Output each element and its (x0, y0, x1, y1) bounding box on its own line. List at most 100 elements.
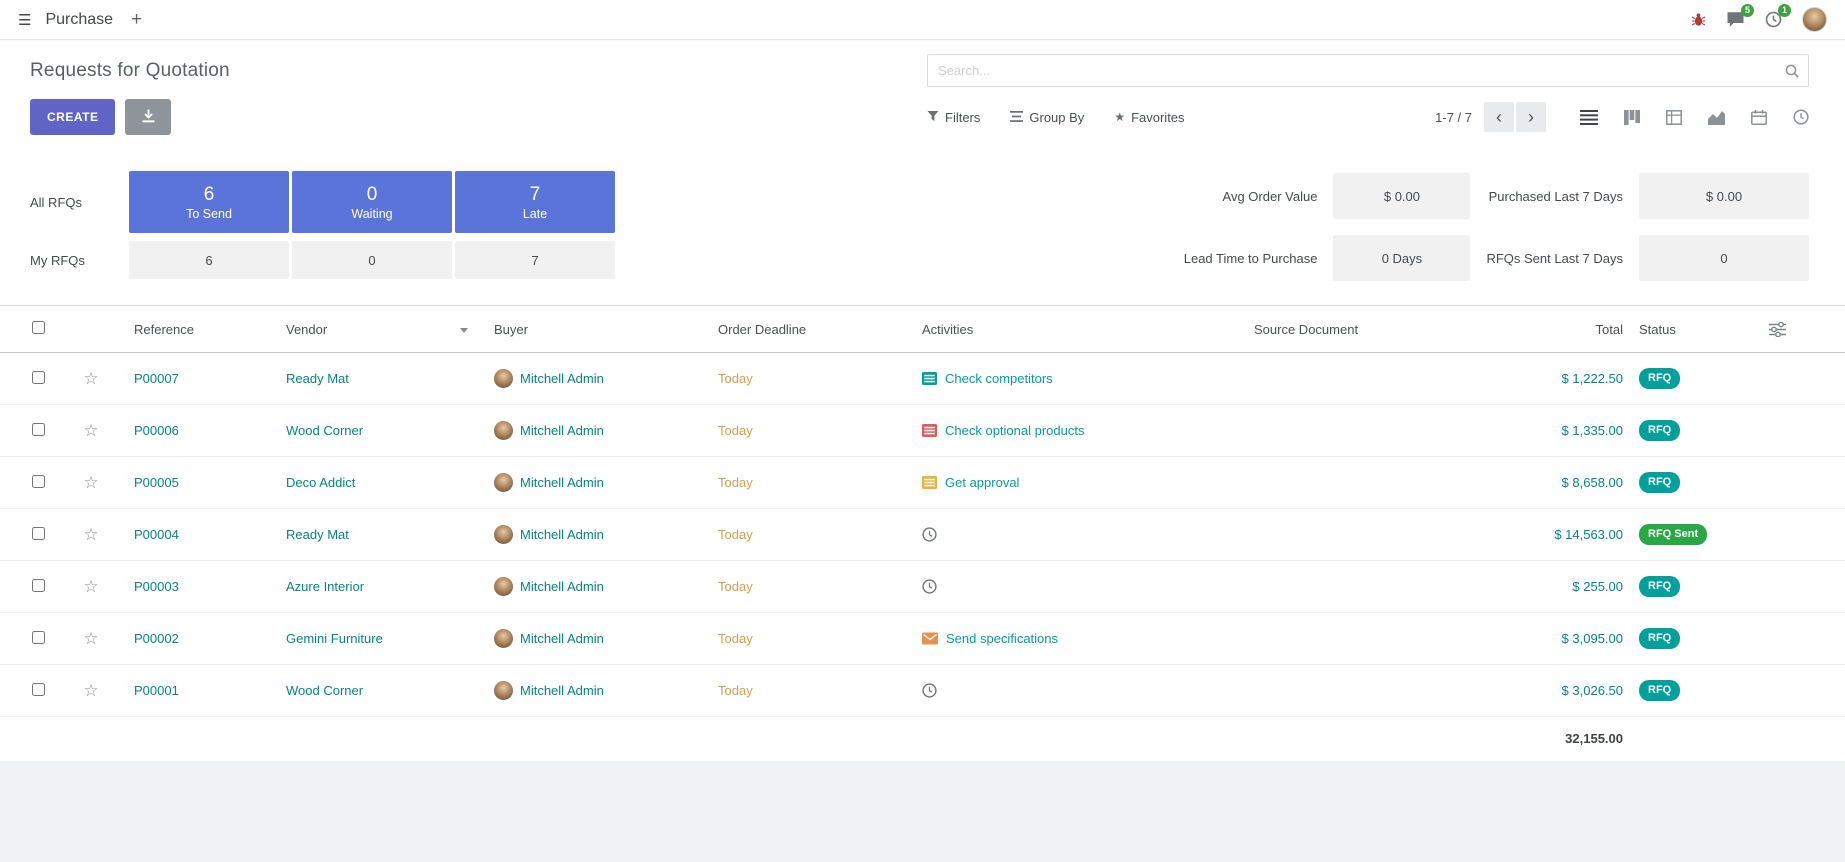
list-view-icon[interactable] (1580, 110, 1598, 125)
group-by-button[interactable]: Group By (1010, 110, 1084, 125)
buyer-link[interactable]: Mitchell Admin (520, 579, 604, 594)
row-checkbox[interactable] (32, 475, 45, 488)
search-icon[interactable] (1784, 63, 1800, 79)
activities-clock-icon[interactable]: 1 (1765, 11, 1782, 28)
vendor-link[interactable]: Wood Corner (286, 423, 363, 438)
column-header-vendor[interactable]: Vendor (278, 306, 486, 353)
apps-menu-icon[interactable]: ☰ (18, 11, 31, 29)
table-row[interactable]: ☆ P00006 Wood Corner Mitchell Admin Toda… (0, 405, 1845, 457)
table-row[interactable]: ☆ P00004 Ready Mat Mitchell Admin Today … (0, 509, 1845, 561)
search-input[interactable] (927, 54, 1809, 87)
my-kpi-waiting[interactable]: 0 (292, 241, 452, 279)
favorite-star-icon[interactable]: ☆ (56, 613, 126, 665)
reference-link[interactable]: P00002 (134, 631, 179, 646)
create-button[interactable]: CREATE (30, 99, 115, 135)
page-title: Requests for Quotation (30, 60, 230, 82)
column-header-buyer[interactable]: Buyer (486, 306, 710, 353)
activity-clock-icon[interactable] (922, 683, 937, 698)
optional-columns-header (1761, 306, 1845, 353)
activity-label[interactable]: Check optional products (945, 423, 1084, 438)
row-checkbox[interactable] (32, 371, 45, 384)
my-kpi-to-send[interactable]: 6 (129, 241, 289, 279)
reference-link[interactable]: P00007 (134, 371, 179, 386)
calendar-view-icon[interactable] (1751, 110, 1767, 125)
favorite-star-icon[interactable]: ☆ (56, 561, 126, 613)
row-checkbox[interactable] (32, 683, 45, 696)
column-header-order-deadline[interactable]: Order Deadline (710, 306, 914, 353)
kanban-view-icon[interactable] (1624, 110, 1640, 125)
export-button[interactable] (125, 99, 171, 135)
favorite-star-icon[interactable]: ☆ (56, 665, 126, 717)
column-header-reference[interactable]: Reference (126, 306, 278, 353)
favorite-star-icon[interactable]: ☆ (56, 509, 126, 561)
table-row[interactable]: ☆ P00003 Azure Interior Mitchell Admin T… (0, 561, 1845, 613)
control-panel: Requests for Quotation CREATE Filters (0, 40, 1845, 151)
optional-columns-icon[interactable] (1769, 322, 1837, 337)
pivot-view-icon[interactable] (1666, 110, 1682, 125)
vendor-link[interactable]: Azure Interior (286, 579, 364, 594)
buyer-link[interactable]: Mitchell Admin (520, 631, 604, 646)
order-deadline: Today (718, 631, 753, 646)
order-deadline: Today (718, 475, 753, 490)
buyer-link[interactable]: Mitchell Admin (520, 475, 604, 490)
column-header-activities[interactable]: Activities (914, 306, 1246, 353)
vendor-link[interactable]: Wood Corner (286, 683, 363, 698)
reference-link[interactable]: P00006 (134, 423, 179, 438)
view-switcher (1580, 109, 1809, 125)
row-checkbox[interactable] (32, 423, 45, 436)
favorite-star-icon[interactable]: ☆ (56, 457, 126, 509)
kpi-waiting[interactable]: 0 Waiting (292, 171, 452, 233)
favorite-star-icon[interactable]: ☆ (56, 405, 126, 457)
pager-prev-button[interactable]: ‹ (1484, 102, 1514, 132)
buyer-link[interactable]: Mitchell Admin (520, 527, 604, 542)
pager-next-button[interactable]: › (1516, 102, 1546, 132)
activity-view-icon[interactable] (1793, 109, 1809, 125)
filters-label: Filters (945, 110, 980, 125)
app-name[interactable]: Purchase (45, 11, 113, 29)
status-badge: RFQ (1639, 680, 1680, 700)
reference-link[interactable]: P00004 (134, 527, 179, 542)
buyer-link[interactable]: Mitchell Admin (520, 683, 604, 698)
filters-button[interactable]: Filters (927, 110, 980, 125)
select-all-checkbox[interactable] (32, 321, 45, 334)
kpi-late[interactable]: 7 Late (455, 171, 615, 233)
reference-link[interactable]: P00001 (134, 683, 179, 698)
activity-clock-icon[interactable] (922, 579, 937, 594)
activity-label[interactable]: Check competitors (945, 371, 1053, 386)
table-row[interactable]: ☆ P00001 Wood Corner Mitchell Admin Toda… (0, 665, 1845, 717)
column-header-source-document[interactable]: Source Document (1246, 306, 1496, 353)
vendor-header-label: Vendor (286, 322, 327, 337)
buyer-link[interactable]: Mitchell Admin (520, 371, 604, 386)
activity-clock-icon[interactable] (922, 527, 937, 542)
vendor-link[interactable]: Ready Mat (286, 371, 349, 386)
buyer-link[interactable]: Mitchell Admin (520, 423, 604, 438)
reference-link[interactable]: P00003 (134, 579, 179, 594)
row-checkbox[interactable] (32, 631, 45, 644)
column-header-total[interactable]: Total (1496, 306, 1631, 353)
activity-label[interactable]: Get approval (945, 475, 1019, 490)
sort-caret-icon (460, 328, 468, 333)
table-row[interactable]: ☆ P00005 Deco Addict Mitchell Admin Toda… (0, 457, 1845, 509)
activity-label[interactable]: Send specifications (946, 631, 1058, 646)
row-checkbox[interactable] (32, 579, 45, 592)
new-tab-plus-icon[interactable]: + (131, 10, 142, 29)
table-footer-row: 32,155.00 (0, 717, 1845, 761)
vendor-link[interactable]: Deco Addict (286, 475, 355, 490)
group-by-icon (1010, 110, 1023, 125)
messages-icon[interactable]: 5 (1726, 11, 1745, 28)
reference-link[interactable]: P00005 (134, 475, 179, 490)
favorites-button[interactable]: ★ Favorites (1114, 110, 1184, 125)
table-row[interactable]: ☆ P00002 Gemini Furniture Mitchell Admin… (0, 613, 1845, 665)
vendor-link[interactable]: Ready Mat (286, 527, 349, 542)
user-avatar[interactable] (1802, 7, 1827, 32)
graph-view-icon[interactable] (1708, 110, 1725, 125)
column-header-status[interactable]: Status (1631, 306, 1761, 353)
kpi-to-send[interactable]: 6 To Send (129, 171, 289, 233)
favorites-star-icon: ★ (1114, 111, 1125, 123)
my-kpi-late[interactable]: 7 (455, 241, 615, 279)
table-row[interactable]: ☆ P00007 Ready Mat Mitchell Admin Today … (0, 353, 1845, 405)
favorite-star-icon[interactable]: ☆ (56, 353, 126, 405)
row-checkbox[interactable] (32, 527, 45, 540)
vendor-link[interactable]: Gemini Furniture (286, 631, 383, 646)
debug-bug-icon[interactable] (1691, 12, 1706, 27)
